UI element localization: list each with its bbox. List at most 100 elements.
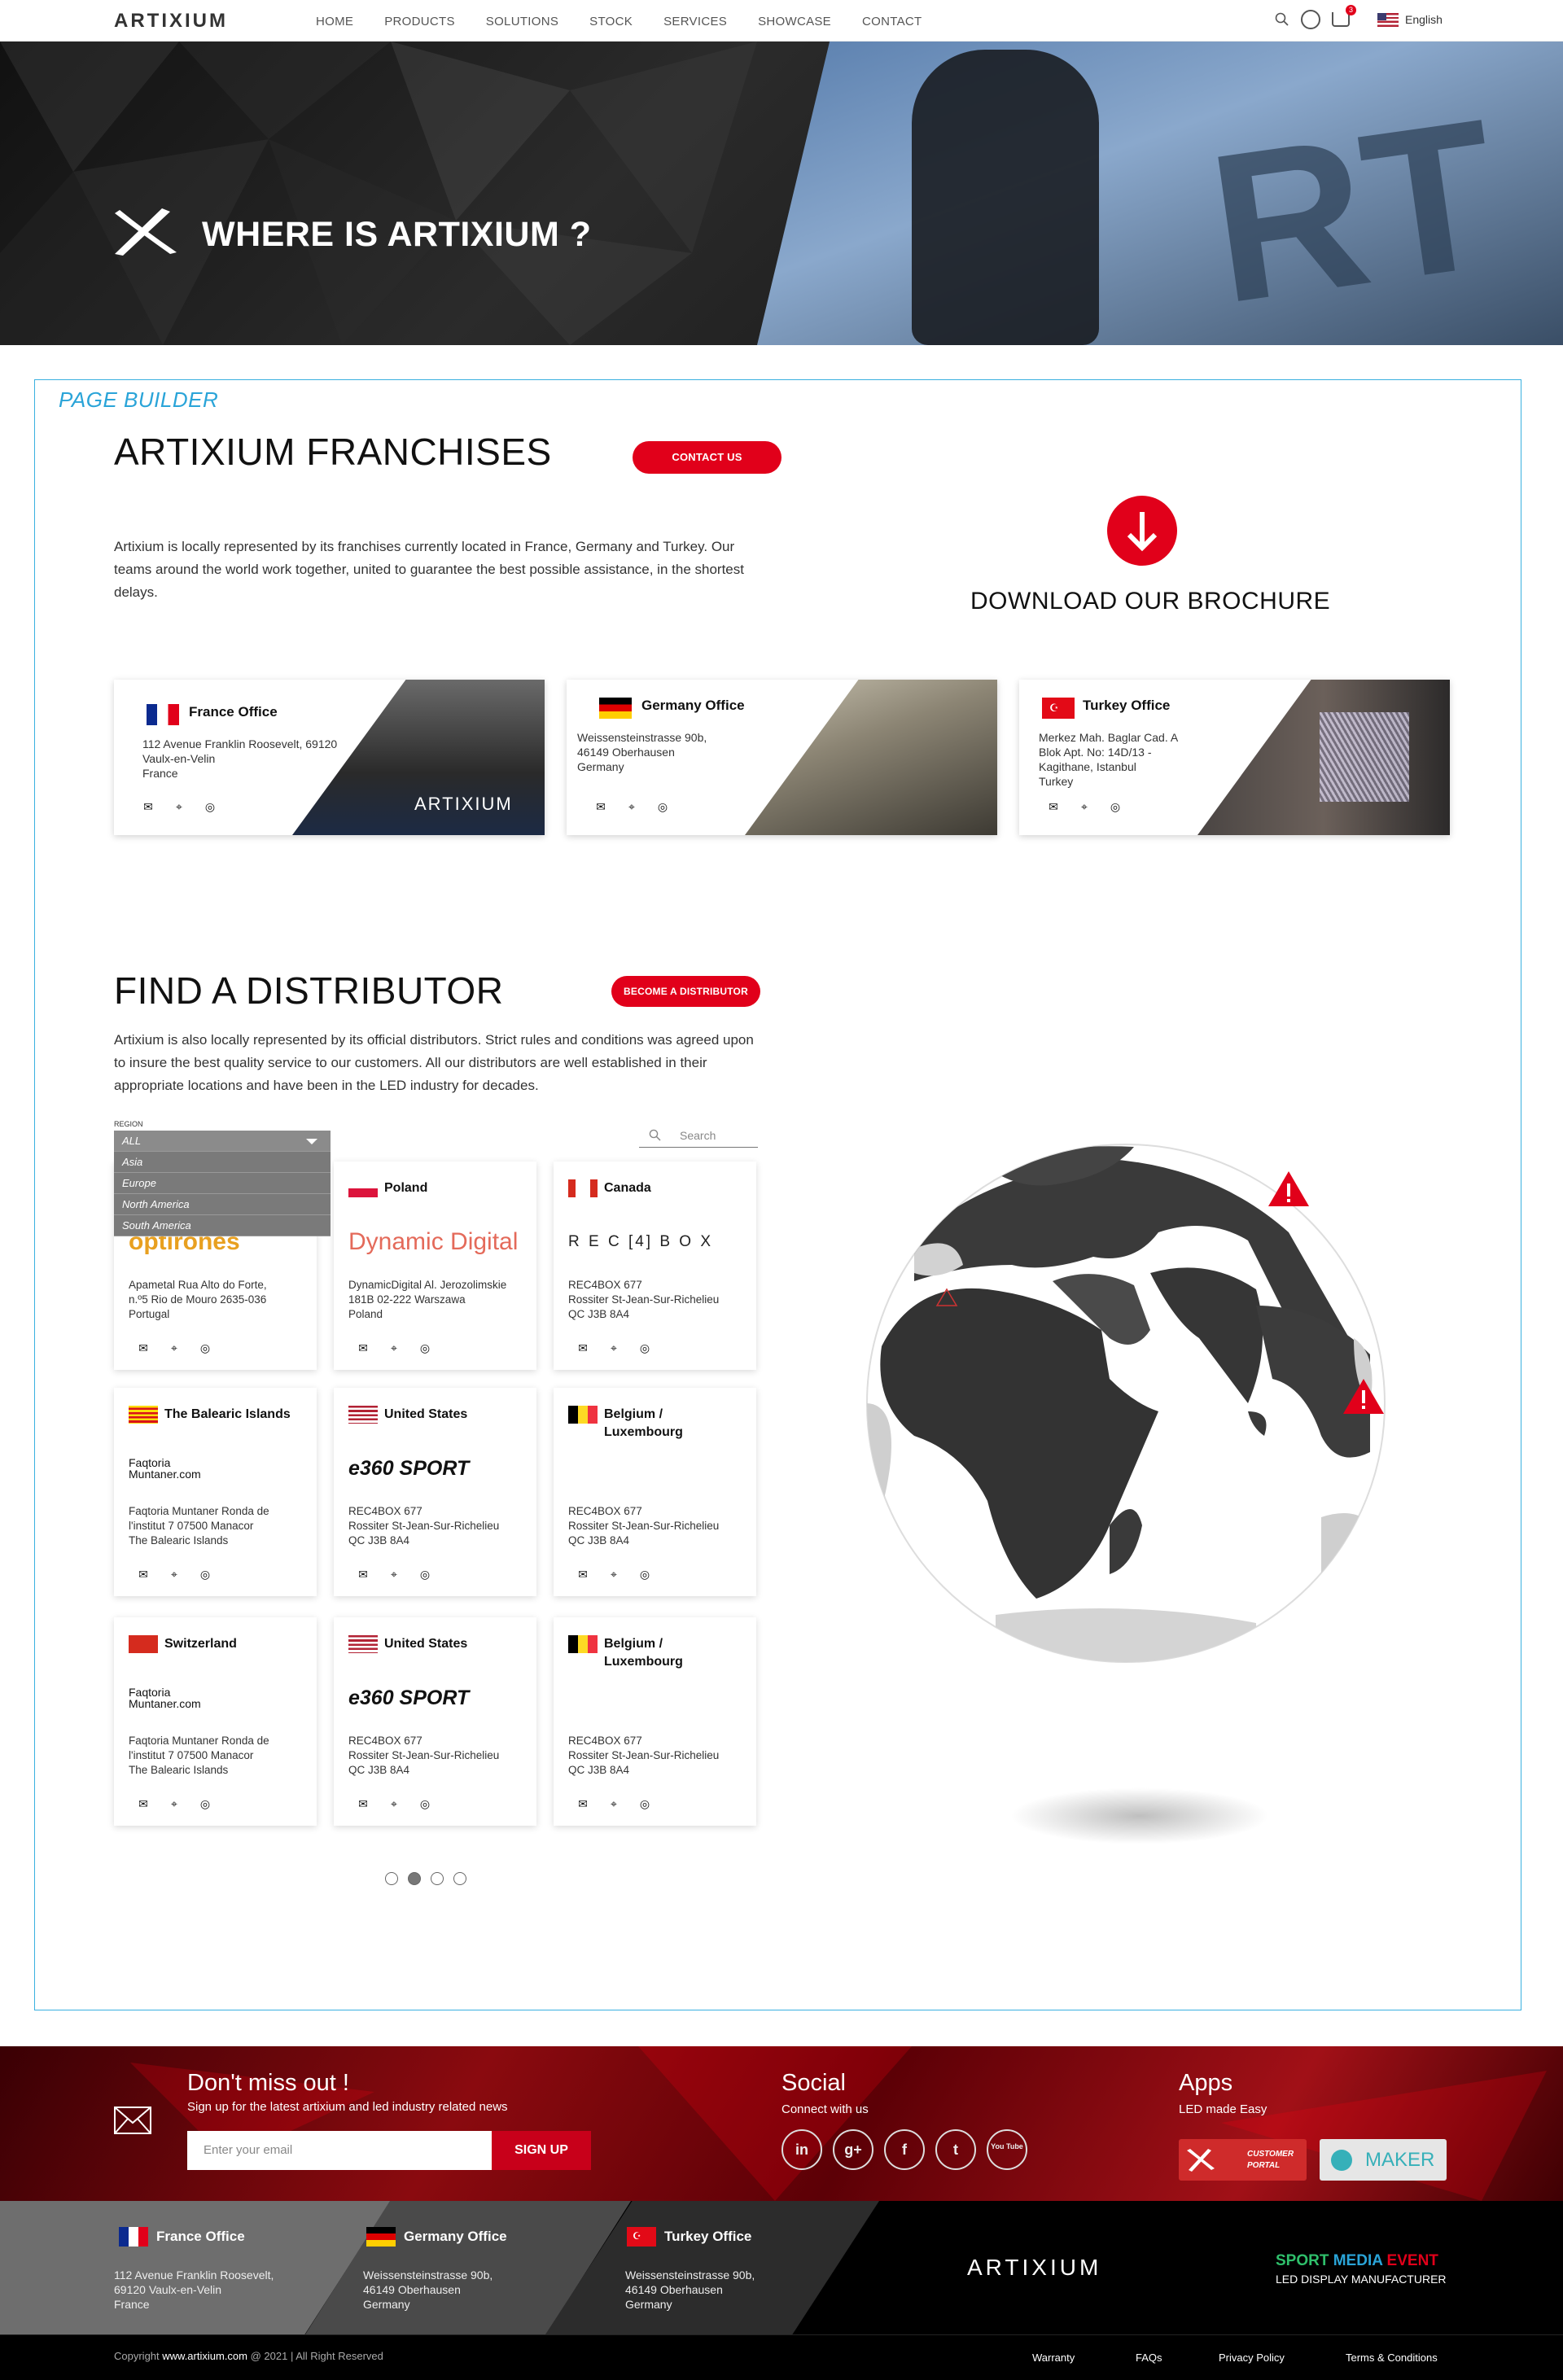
search-icon[interactable] xyxy=(1275,12,1289,27)
email-icon[interactable]: ✉ xyxy=(137,1568,150,1581)
maker-app-button[interactable]: MAKER xyxy=(1320,2139,1447,2181)
pagination-dot[interactable] xyxy=(408,1872,421,1885)
distributor-card[interactable]: Poland Dynamic Digital DynamicDigital Al. … xyxy=(334,1162,536,1370)
location-pin-icon[interactable]: ⌖ xyxy=(168,1797,181,1810)
email-icon[interactable]: ✉ xyxy=(1047,800,1060,813)
facebook-icon[interactable]: f xyxy=(884,2129,925,2170)
region-selected[interactable]: ALL xyxy=(114,1131,331,1152)
email-icon[interactable]: ✉ xyxy=(357,1341,370,1354)
globe-icon[interactable]: ◎ xyxy=(638,1341,651,1354)
signup-button[interactable]: SIGN UP xyxy=(492,2131,591,2170)
email-input[interactable]: Enter your email xyxy=(187,2131,492,2170)
globe-shadow xyxy=(1009,1787,1270,1844)
email-icon[interactable]: ✉ xyxy=(357,1568,370,1581)
distributor-brand-logo: Faqtoria Muntaner.com xyxy=(129,1456,201,1481)
distributor-address: DynamicDigital Al. Jerozolimskie 181B 02… xyxy=(348,1279,507,1320)
globe-icon[interactable]: ◎ xyxy=(638,1797,651,1810)
location-pin-icon[interactable]: ⌖ xyxy=(168,1568,181,1581)
location-pin-icon[interactable]: ⌖ xyxy=(387,1568,401,1581)
distributor-address: REC4BOX 677 Rossiter St-Jean-Sur-Richeli… xyxy=(348,1505,500,1547)
footer-bottom-bar: Copyright www.artixium.com @ 2021 | All … xyxy=(0,2334,1563,2380)
globe-icon[interactable]: ◎ xyxy=(204,800,217,813)
world-globe-map[interactable] xyxy=(865,1143,1386,1664)
email-icon[interactable]: ✉ xyxy=(576,1341,589,1354)
privacy-policy-link[interactable]: Privacy Policy xyxy=(1219,2352,1285,2364)
globe-icon[interactable]: ◎ xyxy=(199,1568,212,1581)
email-icon[interactable]: ✉ xyxy=(357,1797,370,1810)
distributor-card[interactable]: Belgium / Luxembourg REC4BOX 677 Rossiter… xyxy=(554,1617,756,1826)
office-card-turkey[interactable]: ☪ Turkey Office Merkez Mah. Baglar Cad. … xyxy=(1019,680,1450,835)
email-icon[interactable]: ✉ xyxy=(594,800,607,813)
language-selector[interactable]: English xyxy=(1377,12,1443,27)
region-option-south-america[interactable]: South America xyxy=(114,1215,331,1236)
distributor-card[interactable]: The Balearic Islands Faqtoria Muntaner.co… xyxy=(114,1388,317,1596)
cart-icon[interactable]: 3 xyxy=(1332,5,1356,27)
nav-services[interactable]: SERVICES xyxy=(663,15,727,28)
nav-stock[interactable]: STOCK xyxy=(589,15,633,28)
youtube-icon[interactable]: You Tube xyxy=(987,2129,1027,2170)
email-icon[interactable]: ✉ xyxy=(137,1341,150,1354)
region-option-north-america[interactable]: North America xyxy=(114,1194,331,1215)
faqs-link[interactable]: FAQs xyxy=(1136,2352,1162,2364)
globe-icon[interactable]: ◎ xyxy=(656,800,669,813)
globe-icon[interactable]: ◎ xyxy=(418,1797,431,1810)
twitter-icon[interactable]: t xyxy=(935,2129,976,2170)
email-icon[interactable]: ✉ xyxy=(576,1568,589,1581)
nav-contact[interactable]: CONTACT xyxy=(862,15,922,28)
nav-showcase[interactable]: SHOWCASE xyxy=(758,15,831,28)
office-card-france[interactable]: France Office 112 Avenue Franklin Roosev… xyxy=(114,680,545,835)
download-brochure-label[interactable]: DOWNLOAD OUR BROCHURE xyxy=(970,588,1330,615)
email-icon[interactable]: ✉ xyxy=(137,1797,150,1810)
linkedin-icon[interactable]: in xyxy=(782,2129,822,2170)
apps-subtitle: LED made Easy xyxy=(1179,2102,1267,2116)
site-link[interactable]: www.artixium.com xyxy=(162,2350,247,2362)
location-pin-icon[interactable]: ⌖ xyxy=(1078,800,1091,813)
globe-icon[interactable]: ◎ xyxy=(638,1568,651,1581)
google-plus-icon[interactable]: g+ xyxy=(833,2129,873,2170)
globe-icon[interactable]: ◎ xyxy=(418,1341,431,1354)
distributor-card[interactable]: Switzerland Faqtoria Muntaner.com Faqtoria… xyxy=(114,1617,317,1826)
user-account-icon[interactable] xyxy=(1301,10,1320,29)
pagination-dot[interactable] xyxy=(431,1872,444,1885)
nav-products[interactable]: PRODUCTS xyxy=(384,15,455,28)
footer-logo[interactable]: ARTIXIUM xyxy=(967,2255,1101,2281)
customer-portal-app-button[interactable]: CUSTOMER PORTAL xyxy=(1179,2139,1307,2181)
terms-link[interactable]: Terms & Conditions xyxy=(1346,2352,1438,2364)
location-pin-icon[interactable]: ⌖ xyxy=(173,800,186,813)
nav-solutions[interactable]: SOLUTIONS xyxy=(486,15,558,28)
pagination-dot[interactable] xyxy=(385,1872,398,1885)
nav-home[interactable]: HOME xyxy=(316,15,353,28)
office-card-germany[interactable]: Germany Office Weissensteinstrasse 90b, … xyxy=(567,680,997,835)
location-pin-icon[interactable]: ⌖ xyxy=(607,1797,620,1810)
distributor-card[interactable]: United States e360 SPORT REC4BOX 677 Rossi… xyxy=(334,1388,536,1596)
location-pin-icon[interactable]: ⌖ xyxy=(387,1797,401,1810)
email-icon[interactable]: ✉ xyxy=(576,1797,589,1810)
globe-icon[interactable]: ◎ xyxy=(1109,800,1122,813)
region-option-europe[interactable]: Europe xyxy=(114,1173,331,1194)
marker-warning-icon[interactable] xyxy=(1268,1171,1309,1206)
distributor-card[interactable]: United States e360 SPORT REC4BOX 677 Rossi… xyxy=(334,1617,536,1826)
globe-icon[interactable]: ◎ xyxy=(199,1797,212,1810)
location-pin-icon[interactable]: ⌖ xyxy=(607,1341,620,1354)
download-brochure-button[interactable] xyxy=(1107,496,1177,566)
distributor-card[interactable]: Canada R E C [4] B O X REC4BOX 677 Rossite… xyxy=(554,1162,756,1370)
globe-icon[interactable]: ◎ xyxy=(418,1568,431,1581)
distributor-card[interactable]: Belgium / Luxembourg REC4BOX 677 Rossiter… xyxy=(554,1388,756,1596)
location-pin-icon[interactable]: ⌖ xyxy=(625,800,638,813)
distributor-search[interactable]: Search xyxy=(639,1127,758,1148)
footer-office-address: Weissensteinstrasse 90b, 46149 Oberhause… xyxy=(625,2268,755,2311)
contact-us-button[interactable]: CONTACT US xyxy=(633,441,782,474)
location-pin-icon[interactable]: ⌖ xyxy=(168,1341,181,1354)
region-option-asia[interactable]: Asia xyxy=(114,1152,331,1173)
location-pin-icon[interactable]: ⌖ xyxy=(607,1568,620,1581)
email-icon[interactable]: ✉ xyxy=(142,800,155,813)
location-pin-icon[interactable]: ⌖ xyxy=(387,1341,401,1354)
distributor-brand-logo xyxy=(568,1448,743,1489)
artixium-logo[interactable]: ARTIXIUM xyxy=(114,10,228,33)
pagination-dot[interactable] xyxy=(453,1872,466,1885)
warranty-link[interactable]: Warranty xyxy=(1032,2352,1075,2364)
region-dropdown[interactable]: ALL Asia Europe North America South Amer… xyxy=(114,1131,331,1236)
globe-icon[interactable]: ◎ xyxy=(199,1341,212,1354)
become-distributor-button[interactable]: BECOME A DISTRIBUTOR xyxy=(611,976,760,1007)
page-builder-label: PAGE BUILDER xyxy=(59,387,219,412)
